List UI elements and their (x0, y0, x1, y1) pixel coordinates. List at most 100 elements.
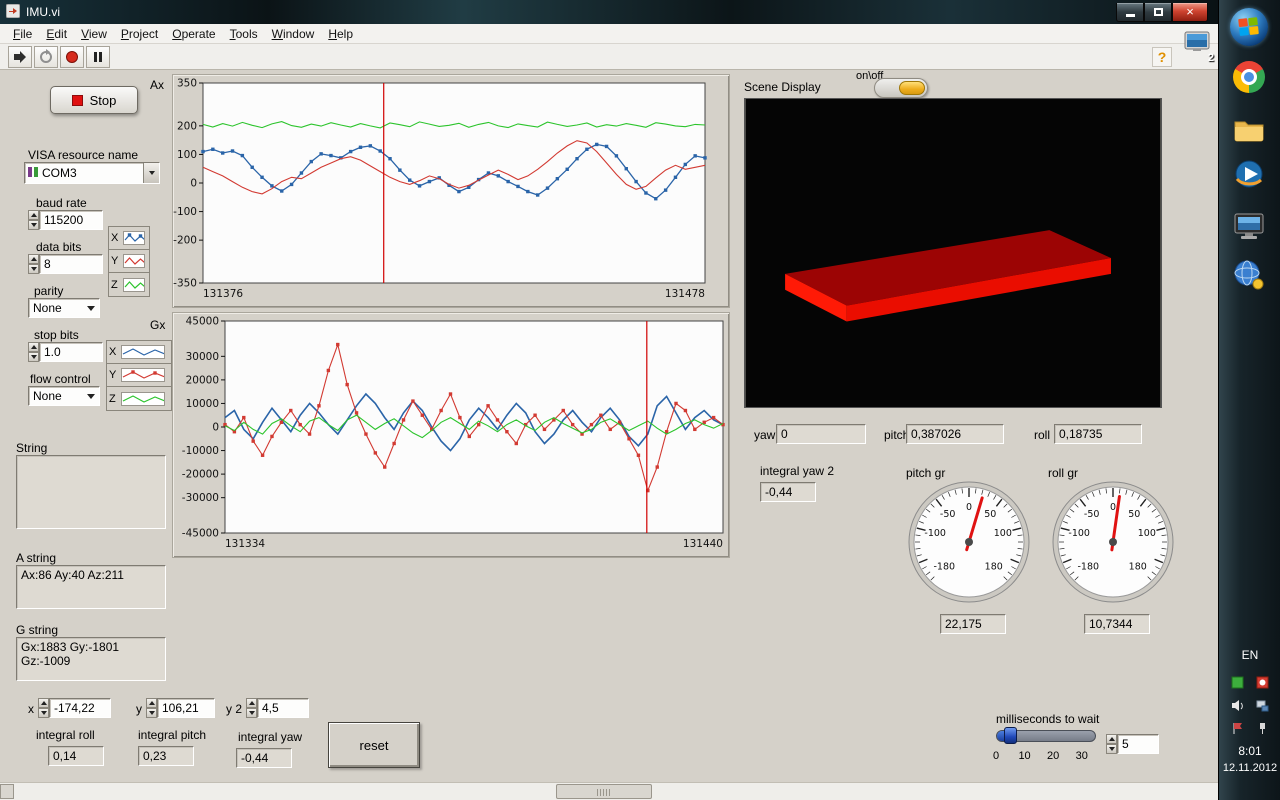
y2-field[interactable]: 4,5 (257, 698, 309, 718)
svg-text:-200: -200 (173, 235, 197, 247)
menu-window[interactable]: Window (265, 25, 322, 43)
run-continuous-button[interactable] (34, 46, 58, 68)
data-bits-spinner[interactable] (28, 254, 39, 274)
plot-area (225, 321, 723, 533)
menu-project[interactable]: Project (114, 25, 165, 43)
flow-control-ring[interactable]: None (28, 386, 100, 406)
baud-spinner[interactable] (28, 210, 39, 230)
menu-tools[interactable]: Tools (223, 25, 265, 43)
onoff-toggle[interactable] (874, 78, 928, 98)
tray-speaker-icon[interactable] (1231, 699, 1244, 715)
explorer-folder-icon[interactable] (1232, 112, 1266, 146)
title-bar[interactable]: IMU.vi × (0, 0, 1218, 24)
chrome-icon[interactable] (1232, 60, 1266, 94)
x-field[interactable]: -174,22 (49, 698, 111, 718)
window-title: IMU.vi (26, 5, 60, 19)
maximize-button[interactable] (1144, 3, 1172, 22)
legend-y-label: Y (109, 369, 118, 381)
roll-gauge[interactable]: 050100180-50-100-180 (1048, 478, 1178, 608)
menu-file[interactable]: File (6, 25, 39, 43)
roll-gauge-value: 10,7344 (1084, 614, 1150, 634)
menu-help[interactable]: Help (321, 25, 360, 43)
yaw-label: yaw (754, 428, 775, 442)
minimize-button[interactable] (1116, 3, 1144, 22)
abort-button[interactable] (60, 46, 84, 68)
tray-network-icon[interactable] (1256, 699, 1269, 715)
ax-chart-title: Ax (150, 78, 164, 92)
help-button[interactable]: ? (1152, 47, 1172, 67)
ax-plot-legend[interactable]: X Y Z (108, 226, 150, 297)
ms-wait-slider[interactable]: 0102030 (992, 726, 1104, 770)
baud-field[interactable]: 115200 (39, 210, 103, 230)
language-indicator[interactable]: EN (1219, 648, 1280, 662)
g-string-box[interactable]: Gx:1883 Gy:-1801 Gz:-1009 (16, 637, 166, 681)
svg-text:0: 0 (1110, 502, 1116, 513)
a-string-box[interactable]: Ax:86 Ay:40 Az:211 (16, 565, 166, 609)
svg-text:131478: 131478 (665, 288, 705, 300)
baud-rate-label: baud rate (36, 196, 87, 210)
string-box[interactable] (16, 455, 166, 529)
menu-edit[interactable]: Edit (39, 25, 74, 43)
ax-chart[interactable]: 3502001000-100-200-350131376131478 (173, 75, 729, 307)
clock-date[interactable]: 12.11.2012 (1219, 762, 1280, 774)
monitor-count-badge: 2 (1208, 52, 1214, 64)
y-field[interactable]: 106,21 (157, 698, 215, 718)
visa-dropdown-button[interactable] (143, 163, 159, 183)
svg-text:0: 0 (190, 178, 197, 190)
pitch-gauge[interactable]: 050100180-50-100-180 (904, 478, 1034, 608)
tray-green-icon[interactable] (1231, 676, 1244, 692)
internet-globe-icon[interactable] (1232, 258, 1266, 292)
stop-bits-spinner[interactable] (28, 342, 39, 362)
legend-row-y[interactable]: Y (109, 250, 149, 273)
legend-y-sample (121, 368, 165, 382)
integral-yaw-label: integral yaw (238, 730, 302, 744)
tray-red-icon[interactable] (1256, 676, 1269, 692)
legend-row-z[interactable]: Z (109, 273, 149, 296)
tray-flag-icon[interactable] (1231, 722, 1244, 738)
visa-resource-control[interactable]: COM3 (24, 162, 160, 184)
menu-view[interactable]: View (74, 25, 114, 43)
stop-button[interactable]: Stop (50, 86, 138, 114)
yaw-box: 0 (776, 424, 866, 444)
remote-monitor-icon[interactable]: 2 (1184, 31, 1212, 61)
legend-row-z[interactable]: Z (107, 387, 171, 410)
y2-spinner[interactable] (246, 698, 257, 718)
toggle-knob[interactable] (899, 81, 925, 95)
close-button[interactable]: × (1172, 3, 1208, 22)
labview-window: IMU.vi × FileEditViewProjectOperateTools… (0, 0, 1218, 800)
clock-time[interactable]: 8:01 (1219, 744, 1280, 758)
reset-button[interactable]: reset (328, 722, 420, 768)
start-button[interactable] (1230, 8, 1268, 46)
data-bits-field[interactable]: 8 (39, 254, 103, 274)
gx-plot-legend[interactable]: X Y Z (106, 340, 172, 411)
slider-thumb[interactable] (1004, 727, 1017, 744)
svg-text:-20000: -20000 (182, 469, 219, 481)
legend-row-x[interactable]: X (109, 227, 149, 250)
computer-icon[interactable] (1232, 210, 1266, 244)
ms-wait-spinner[interactable] (1106, 734, 1117, 754)
legend-x-sample (121, 345, 165, 359)
media-player-icon[interactable] (1232, 158, 1266, 192)
x-spinner[interactable] (38, 698, 49, 718)
parity-label: parity (34, 284, 63, 298)
data-bits-label: data bits (36, 240, 81, 254)
legend-row-y[interactable]: Y (107, 364, 171, 387)
ms-wait-field[interactable]: 5 (1117, 734, 1159, 754)
desktop: IMU.vi × FileEditViewProjectOperateTools… (0, 0, 1280, 800)
3d-scene-display[interactable] (744, 98, 1162, 408)
legend-row-x[interactable]: X (107, 341, 171, 364)
pause-button[interactable] (86, 46, 110, 68)
menu-operate[interactable]: Operate (165, 25, 222, 43)
string-label: String (16, 441, 47, 455)
stop-bits-label: stop bits (34, 328, 79, 342)
stop-bits-field[interactable]: 1.0 (39, 342, 103, 362)
scrollbar-thumb[interactable] (556, 784, 652, 799)
gx-chart[interactable]: 450003000020000100000-10000-20000-30000-… (173, 313, 729, 557)
x-label: x (28, 702, 34, 716)
run-button[interactable] (8, 46, 32, 68)
tray-power-icon[interactable] (1256, 722, 1269, 738)
parity-ring[interactable]: None (28, 298, 100, 318)
y-spinner[interactable] (146, 698, 157, 718)
horizontal-scrollbar[interactable] (0, 782, 1218, 800)
svg-text:100: 100 (994, 528, 1012, 539)
